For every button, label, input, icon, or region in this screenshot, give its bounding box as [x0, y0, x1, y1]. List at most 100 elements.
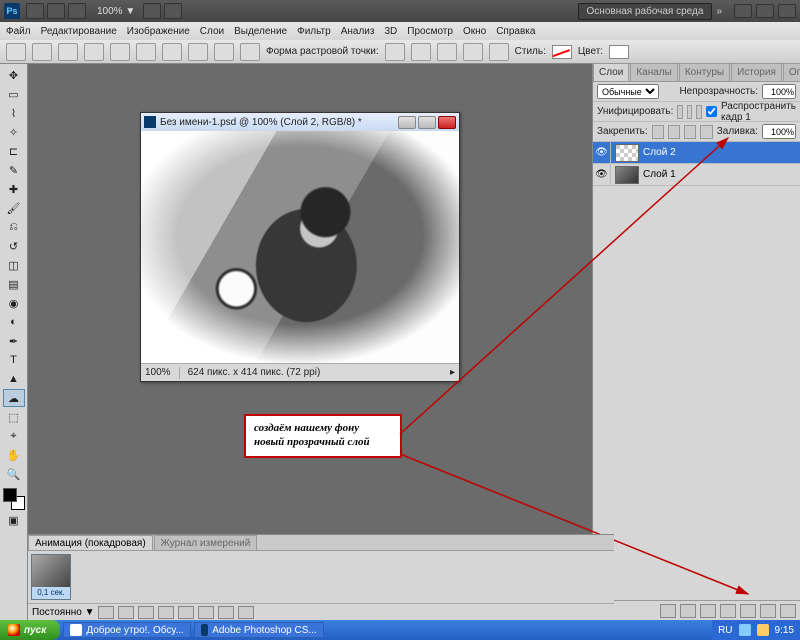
doc-maximize-button[interactable] [418, 116, 436, 129]
ellipse-icon[interactable] [162, 43, 182, 61]
menu-filter[interactable]: Фильтр [297, 26, 331, 37]
eye-icon[interactable]: 👁 [593, 142, 611, 163]
stamp-tool-icon[interactable]: ⎌ [3, 218, 25, 236]
eyedropper-tool-icon[interactable]: ✎ [3, 161, 25, 179]
doc-minimize-button[interactable] [398, 116, 416, 129]
hand-tool-icon[interactable]: ✋ [3, 446, 25, 464]
taskbar-task[interactable]: Доброе утро!. Обсу... [63, 622, 190, 638]
new-layer-icon[interactable] [760, 604, 776, 618]
gradient-tool-icon[interactable]: ▤ [3, 275, 25, 293]
fg-bg-color[interactable] [3, 488, 25, 510]
rounded-rect-icon[interactable] [136, 43, 156, 61]
tween-icon[interactable] [198, 606, 214, 619]
trash-icon[interactable] [780, 604, 796, 618]
style-swatch[interactable] [552, 45, 572, 59]
loop-selector[interactable]: Постоянно ▼ [32, 607, 94, 618]
layer-thumb[interactable] [615, 166, 639, 184]
fx-icon[interactable] [680, 604, 696, 618]
menu-window[interactable]: Окно [463, 26, 486, 37]
new-frame-icon[interactable] [218, 606, 234, 619]
tray-icon[interactable] [739, 624, 751, 636]
adjust-layer-icon[interactable] [720, 604, 736, 618]
prev-frame-icon[interactable] [118, 606, 134, 619]
start-button[interactable]: пуск [0, 620, 60, 640]
maximize-button[interactable] [756, 4, 774, 18]
tab-measure-log[interactable]: Журнал измерений [154, 535, 258, 550]
close-button[interactable] [778, 4, 796, 18]
titlebar-icon[interactable] [47, 3, 65, 19]
menu-view[interactable]: Просмотр [407, 26, 453, 37]
first-frame-icon[interactable] [98, 606, 114, 619]
next-frame-icon[interactable] [158, 606, 174, 619]
delete-frame-icon[interactable] [238, 606, 254, 619]
layer-row[interactable]: 👁 Слой 2 [593, 142, 800, 164]
paths-icon[interactable] [58, 43, 78, 61]
menu-select[interactable]: Выделение [234, 26, 287, 37]
group-icon[interactable] [740, 604, 756, 618]
tab-paths[interactable]: Контуры [679, 63, 730, 81]
titlebar-icon[interactable] [143, 3, 161, 19]
document-canvas[interactable] [141, 131, 459, 363]
menu-3d[interactable]: 3D [384, 26, 397, 37]
3d-tool-icon[interactable]: ⬚ [3, 408, 25, 426]
brush-tool-icon[interactable]: 🖌 [3, 199, 25, 217]
taskbar-task[interactable]: Adobe Photoshop CS... [194, 622, 324, 638]
eraser-tool-icon[interactable]: ◫ [3, 256, 25, 274]
last-frame-icon[interactable] [178, 606, 194, 619]
shape-picker[interactable] [385, 43, 405, 61]
tab-actions[interactable]: Операции [783, 63, 800, 81]
play-icon[interactable] [138, 606, 154, 619]
pathop-icon[interactable] [489, 43, 509, 61]
frame-time[interactable]: 0,1 сек. [32, 587, 70, 599]
layer-name[interactable]: Слой 1 [643, 169, 676, 180]
unify-icon[interactable] [696, 105, 702, 119]
titlebar-icon[interactable] [68, 3, 86, 19]
animation-frame[interactable]: 0,1 сек. [31, 554, 71, 600]
eye-icon[interactable]: 👁 [593, 164, 611, 185]
blur-tool-icon[interactable]: ◉ [3, 294, 25, 312]
blend-mode-select[interactable]: Обычные [597, 84, 659, 99]
pen-tool-icon[interactable]: ✒ [3, 332, 25, 350]
line-icon[interactable] [214, 43, 234, 61]
3d-camera-icon[interactable]: ⌖ [3, 427, 25, 445]
opacity-input[interactable] [762, 84, 796, 99]
workspace-switcher[interactable]: Основная рабочая среда [578, 3, 713, 20]
fill-pixels-icon[interactable] [84, 43, 104, 61]
quickmask-icon[interactable]: ▣ [3, 511, 25, 529]
lock-pixels-icon[interactable] [668, 125, 680, 139]
propagate-checkbox[interactable] [706, 106, 717, 117]
zoom-tool-icon[interactable]: 🔍 [3, 465, 25, 483]
rectangle-icon[interactable] [110, 43, 130, 61]
document-titlebar[interactable]: Без имени-1.psd @ 100% (Слой 2, RGB/8) * [141, 113, 459, 131]
menu-edit[interactable]: Редактирование [41, 26, 117, 37]
chevron-right-icon[interactable]: » [716, 6, 722, 17]
shape-layer-icon[interactable] [32, 43, 52, 61]
color-swatch[interactable] [609, 45, 629, 59]
fill-input[interactable] [762, 124, 796, 139]
lasso-tool-icon[interactable]: ⌇ [3, 104, 25, 122]
layer-thumb[interactable] [615, 144, 639, 162]
type-tool-icon[interactable]: T [3, 351, 25, 369]
lang-indicator[interactable]: RU [718, 625, 732, 636]
pathop-icon[interactable] [411, 43, 431, 61]
custom-shape-icon[interactable] [240, 43, 260, 61]
menu-file[interactable]: Файл [6, 26, 31, 37]
lock-trans-icon[interactable] [652, 125, 664, 139]
shape-tool-icon[interactable]: ☁ [3, 389, 25, 407]
doc-zoom[interactable]: 100% [145, 367, 171, 378]
menu-layer[interactable]: Слои [200, 26, 224, 37]
tab-layers[interactable]: Слои [593, 63, 629, 81]
titlebar-icon[interactable] [164, 3, 182, 19]
dodge-tool-icon[interactable]: ◐ [3, 313, 25, 331]
menu-analysis[interactable]: Анализ [341, 26, 375, 37]
wand-tool-icon[interactable]: ✧ [3, 123, 25, 141]
tool-preset-icon[interactable] [6, 43, 26, 61]
menu-help[interactable]: Справка [496, 26, 535, 37]
path-select-icon[interactable]: ▲ [3, 370, 25, 388]
link-layers-icon[interactable] [660, 604, 676, 618]
move-tool-icon[interactable]: ✥ [3, 66, 25, 84]
tab-history[interactable]: История [731, 63, 782, 81]
pathop-icon[interactable] [437, 43, 457, 61]
lock-all-icon[interactable] [700, 125, 712, 139]
menu-image[interactable]: Изображение [127, 26, 190, 37]
